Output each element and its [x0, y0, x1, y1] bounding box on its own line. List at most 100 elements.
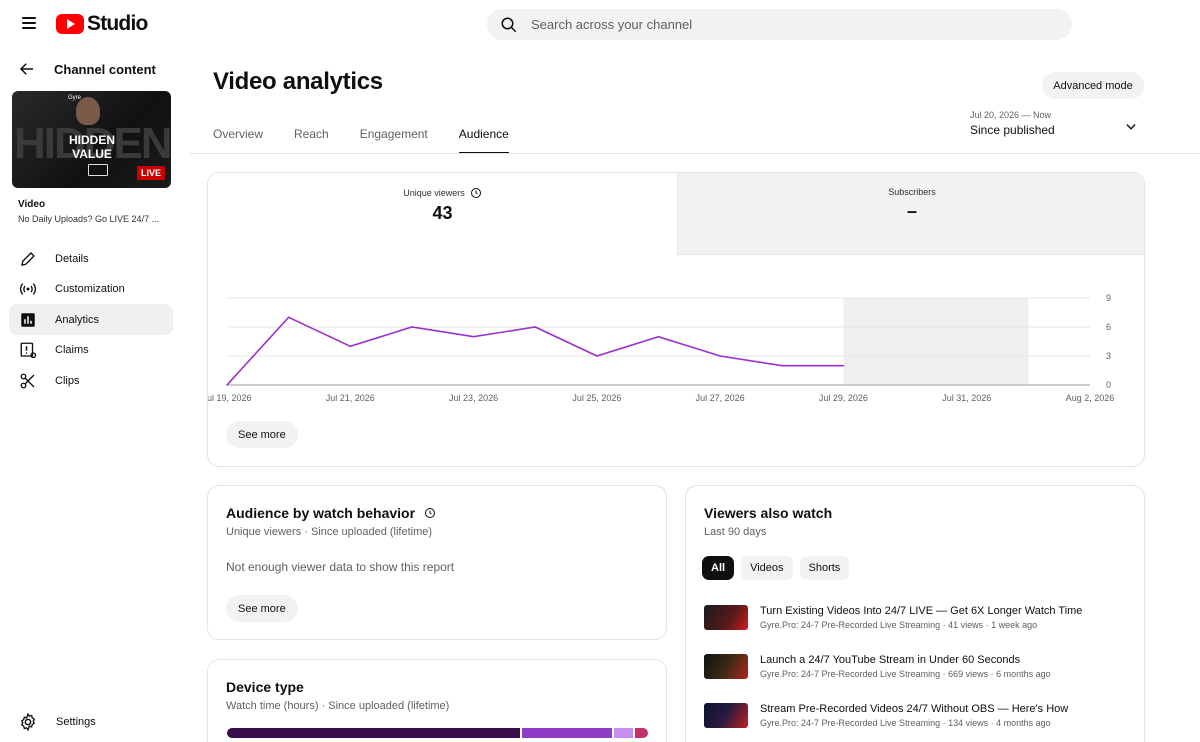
broadcast-icon: [18, 279, 38, 299]
video-title: Turn Existing Videos Into 24/7 LIVE — Ge…: [760, 605, 1083, 617]
data-point: [411, 326, 413, 328]
studio-logo[interactable]: Studio: [56, 12, 148, 36]
settings-label: Settings: [56, 716, 96, 728]
arrow-left-icon: [19, 63, 33, 75]
sidebar-item-label: Details: [55, 252, 89, 265]
search-icon: [501, 17, 517, 32]
metric-subscribers[interactable]: Subscribers –: [677, 173, 1144, 255]
x-tick-label: Jul 21, 2026: [326, 393, 375, 403]
back-label: Channel content: [54, 61, 156, 77]
header-divider: [190, 153, 1200, 154]
search-input[interactable]: [531, 17, 1051, 32]
card-subtitle: Last 90 days: [704, 526, 767, 538]
x-tick-label: Jul 23, 2026: [449, 393, 498, 403]
data-point: [349, 345, 352, 348]
sidebar-item-customization[interactable]: Customization: [9, 273, 173, 304]
video-title: No Daily Uploads? Go LIVE 24/7 ...: [18, 214, 160, 224]
data-point: [534, 326, 537, 328]
device-share-segment[interactable]: [227, 728, 522, 738]
card-subtitle: Unique viewers · Since uploaded (lifetim…: [226, 526, 433, 538]
metric-label: Subscribers: [888, 187, 936, 197]
x-tick-label: Jul 31, 2026: [942, 393, 991, 403]
menu-icon[interactable]: [18, 14, 40, 34]
device-share-segment[interactable]: [635, 728, 648, 738]
chevron-down-icon: [1126, 124, 1136, 130]
see-more-button[interactable]: See more: [226, 421, 298, 448]
y-tick-label: 9: [1106, 293, 1111, 303]
data-point: [780, 364, 783, 367]
chip-shorts[interactable]: Shorts: [799, 556, 850, 580]
gear-icon: [20, 712, 36, 732]
y-tick-label: 0: [1106, 380, 1111, 390]
tab-overview[interactable]: Overview: [213, 127, 263, 154]
sidebar-item-label: Claims: [55, 343, 89, 356]
back-to-channel-content[interactable]: Channel content: [18, 60, 156, 78]
chip-all[interactable]: All: [702, 556, 735, 580]
data-point: [226, 384, 228, 386]
thumbnail-title: HIDDEN VALUE: [68, 133, 115, 161]
list-item[interactable]: Turn Existing Videos Into 24/7 LIVE — Ge…: [704, 605, 1134, 639]
data-point: [719, 355, 721, 357]
x-tick-label: Jul 27, 2026: [696, 393, 745, 403]
data-point: [657, 335, 660, 338]
screen-icon: [88, 164, 108, 176]
see-more-button[interactable]: See more: [226, 595, 298, 622]
video-meta: Gyre.Pro: 24-7 Pre-Recorded Live Streami…: [760, 669, 1051, 679]
sidebar-item-analytics[interactable]: Analytics: [9, 304, 173, 335]
watch-behavior-card: Audience by watch behavior Unique viewer…: [207, 485, 667, 640]
clock-icon: [470, 188, 481, 198]
unique-viewers-chart: 0 3 6 9 Jul 19, 2026 Jul 21, 2026 Jul 23, 2026…: [208, 293, 1115, 403]
video-meta: Gyre.Pro: 24-7 Pre-Recorded Live Streami…: [760, 718, 1051, 728]
device-share-bar: [227, 728, 648, 738]
brand-text: Studio: [87, 12, 148, 35]
date-period: Since published: [970, 123, 1055, 137]
filter-chips: All Videos Shorts: [702, 556, 856, 580]
device-share-segment[interactable]: [521, 728, 615, 738]
list-item[interactable]: Launch a 24/7 YouTube Stream in Under 60…: [704, 654, 1134, 688]
pencil-icon: [18, 249, 38, 269]
tab-reach[interactable]: Reach: [294, 127, 329, 154]
analytics-tabs: Overview Reach Engagement Audience: [213, 127, 540, 154]
list-item[interactable]: Stream Pre-Recorded Videos 24/7 Without …: [704, 703, 1134, 737]
sidebar-item-label: Analytics: [55, 313, 100, 326]
card-subtitle: Watch time (hours) · Since uploaded (lif…: [226, 700, 450, 712]
viewers-also-watch-card: Viewers also watch Last 90 days All Vide…: [685, 485, 1145, 742]
y-tick-label: 3: [1106, 351, 1111, 361]
metric-unique-viewers[interactable]: Unique viewers 43: [208, 173, 677, 255]
device-share-segment[interactable]: [614, 728, 636, 738]
sidebar-item-claims[interactable]: Claims: [9, 334, 173, 365]
top-bar: Studio: [0, 0, 1200, 48]
search-bar[interactable]: [487, 9, 1072, 40]
advanced-mode-button[interactable]: Advanced mode: [1042, 72, 1144, 99]
thumbnail-tag: Gyre: [68, 95, 82, 101]
device-type-card: Device type Watch time (hours) · Since u…: [207, 659, 667, 742]
card-title: Device type: [226, 679, 304, 695]
video-thumbnail[interactable]: HIDDEN Gyre HIDDEN VALUE LIVE: [12, 91, 171, 188]
video-thumbnail: [704, 703, 748, 728]
metric-value: –: [906, 201, 917, 221]
data-point: [842, 364, 845, 367]
tab-engagement[interactable]: Engagement: [360, 127, 428, 154]
audience-metrics-card: Unique viewers 43 Subscribers – 0 3 6 9 Jul …: [207, 172, 1145, 467]
sidebar-item-details[interactable]: Details: [9, 243, 173, 274]
sidebar-item-settings[interactable]: Settings: [18, 712, 96, 732]
video-title: Stream Pre-Recorded Videos 24/7 Without …: [760, 703, 1069, 715]
data-point: [287, 316, 290, 319]
claims-icon: [18, 340, 38, 360]
sidebar-item-clips[interactable]: Clips: [9, 365, 173, 396]
thumbnail-person: [76, 97, 100, 125]
video-label: Video: [18, 199, 46, 210]
tab-audience[interactable]: Audience: [458, 127, 509, 154]
x-tick-label: Aug 2, 2026: [1066, 393, 1115, 403]
analytics-icon: [18, 310, 38, 330]
date-range-picker[interactable]: Jul 20, 2026 — Now Since published: [970, 110, 1144, 146]
x-tick-label: Jul 29, 2026: [819, 393, 868, 403]
video-thumbnail: [704, 605, 748, 630]
metric-label: Unique viewers: [403, 188, 465, 198]
live-badge: LIVE: [136, 166, 165, 180]
video-meta: Gyre.Pro: 24-7 Pre-Recorded Live Streami…: [760, 620, 1038, 630]
sidebar: Channel content HIDDEN Gyre HIDDEN VALUE…: [0, 48, 190, 742]
sidebar-item-label: Customization: [55, 282, 125, 295]
video-title: Launch a 24/7 YouTube Stream in Under 60…: [760, 654, 1021, 666]
chip-videos[interactable]: Videos: [741, 556, 793, 580]
